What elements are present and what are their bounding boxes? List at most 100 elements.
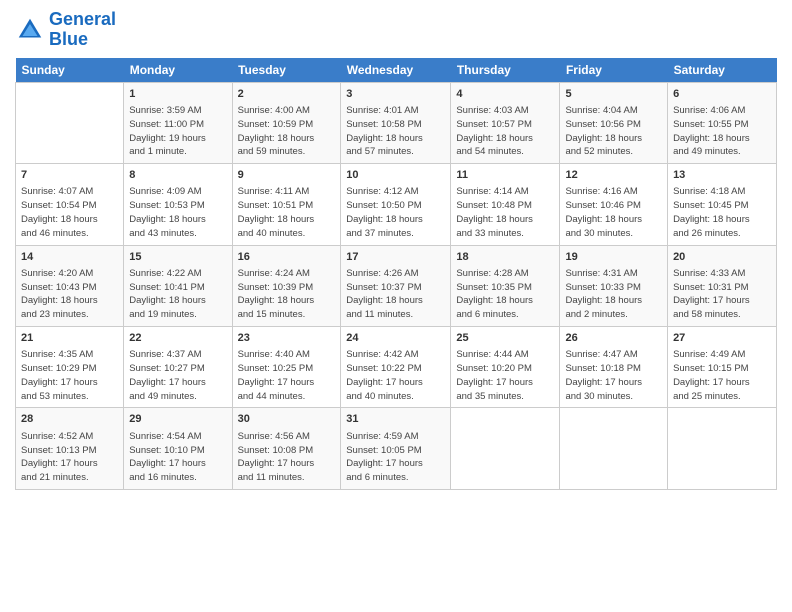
- day-number: 16: [238, 250, 336, 265]
- day-number: 21: [21, 331, 118, 346]
- day-number: 14: [21, 250, 118, 265]
- col-header-friday: Friday: [560, 58, 668, 83]
- day-info: Sunrise: 4:24 AM Sunset: 10:39 PM Daylig…: [238, 267, 336, 322]
- day-number: 18: [456, 250, 554, 265]
- calendar-cell: 27 Sunrise: 4:49 AM Sunset: 10:15 PM Dayl…: [668, 326, 777, 407]
- calendar-cell: 18 Sunrise: 4:28 AM Sunset: 10:35 PM Dayl…: [451, 245, 560, 326]
- day-number: 22: [129, 331, 226, 346]
- day-info: Sunrise: 4:40 AM Sunset: 10:25 PM Daylig…: [238, 348, 336, 403]
- day-number: 20: [673, 250, 771, 265]
- day-info: Sunrise: 4:49 AM Sunset: 10:15 PM Daylig…: [673, 348, 771, 403]
- calendar-cell: 29 Sunrise: 4:54 AM Sunset: 10:10 PM Dayl…: [124, 408, 232, 489]
- calendar-cell: [451, 408, 560, 489]
- day-number: 30: [238, 412, 336, 427]
- calendar-cell: 2 Sunrise: 4:00 AM Sunset: 10:59 PM Dayli…: [232, 82, 341, 163]
- day-info: Sunrise: 4:03 AM Sunset: 10:57 PM Daylig…: [456, 104, 554, 159]
- calendar-cell: [560, 408, 668, 489]
- calendar-week-4: 21 Sunrise: 4:35 AM Sunset: 10:29 PM Dayl…: [16, 326, 777, 407]
- day-info: Sunrise: 4:04 AM Sunset: 10:56 PM Daylig…: [565, 104, 662, 159]
- day-info: Sunrise: 4:59 AM Sunset: 10:05 PM Daylig…: [346, 430, 445, 485]
- calendar-cell: 19 Sunrise: 4:31 AM Sunset: 10:33 PM Dayl…: [560, 245, 668, 326]
- logo: General Blue: [15, 10, 116, 50]
- day-number: 17: [346, 250, 445, 265]
- day-info: Sunrise: 4:00 AM Sunset: 10:59 PM Daylig…: [238, 104, 336, 159]
- calendar-cell: 25Sunrise: 4:44 AM Sunset: 10:20 PM Dayl…: [451, 326, 560, 407]
- day-info: Sunrise: 4:31 AM Sunset: 10:33 PM Daylig…: [565, 267, 662, 322]
- day-info: Sunrise: 4:56 AM Sunset: 10:08 PM Daylig…: [238, 430, 336, 485]
- col-header-thursday: Thursday: [451, 58, 560, 83]
- day-number: 27: [673, 331, 771, 346]
- day-info: Sunrise: 4:35 AM Sunset: 10:29 PM Daylig…: [21, 348, 118, 403]
- calendar-week-5: 28 Sunrise: 4:52 AM Sunset: 10:13 PM Dayl…: [16, 408, 777, 489]
- calendar-cell: 5 Sunrise: 4:04 AM Sunset: 10:56 PM Dayli…: [560, 82, 668, 163]
- calendar-cell: 8 Sunrise: 4:09 AM Sunset: 10:53 PM Dayli…: [124, 164, 232, 245]
- day-number: 23: [238, 331, 336, 346]
- day-number: 28: [21, 412, 118, 427]
- calendar-week-2: 7 Sunrise: 4:07 AM Sunset: 10:54 PM Dayli…: [16, 164, 777, 245]
- day-info: Sunrise: 4:16 AM Sunset: 10:46 PM Daylig…: [565, 185, 662, 240]
- col-header-monday: Monday: [124, 58, 232, 83]
- day-info: Sunrise: 4:20 AM Sunset: 10:43 PM Daylig…: [21, 267, 118, 322]
- calendar-cell: 28 Sunrise: 4:52 AM Sunset: 10:13 PM Dayl…: [16, 408, 124, 489]
- day-info: Sunrise: 4:22 AM Sunset: 10:41 PM Daylig…: [129, 267, 226, 322]
- day-number: 1: [129, 87, 226, 102]
- day-info: Sunrise: 4:47 AM Sunset: 10:18 PM Daylig…: [565, 348, 662, 403]
- day-info: Sunrise: 4:18 AM Sunset: 10:45 PM Daylig…: [673, 185, 771, 240]
- calendar-week-1: 1 Sunrise: 3:59 AM Sunset: 11:00 PM Dayli…: [16, 82, 777, 163]
- calendar-cell: 17 Sunrise: 4:26 AM Sunset: 10:37 PM Dayl…: [341, 245, 451, 326]
- calendar-cell: 26 Sunrise: 4:47 AM Sunset: 10:18 PM Dayl…: [560, 326, 668, 407]
- calendar-cell: [668, 408, 777, 489]
- day-number: 29: [129, 412, 226, 427]
- calendar-cell: 30 Sunrise: 4:56 AM Sunset: 10:08 PM Dayl…: [232, 408, 341, 489]
- calendar-cell: 1 Sunrise: 3:59 AM Sunset: 11:00 PM Dayli…: [124, 82, 232, 163]
- day-info: Sunrise: 4:42 AM Sunset: 10:22 PM Daylig…: [346, 348, 445, 403]
- day-number: 4: [456, 87, 554, 102]
- calendar-cell: 31Sunrise: 4:59 AM Sunset: 10:05 PM Dayl…: [341, 408, 451, 489]
- day-number: 12: [565, 168, 662, 183]
- day-info: Sunrise: 4:14 AM Sunset: 10:48 PM Daylig…: [456, 185, 554, 240]
- calendar-cell: 3Sunrise: 4:01 AM Sunset: 10:58 PM Dayli…: [341, 82, 451, 163]
- calendar-cell: 16 Sunrise: 4:24 AM Sunset: 10:39 PM Dayl…: [232, 245, 341, 326]
- calendar-cell: 6 Sunrise: 4:06 AM Sunset: 10:55 PM Dayli…: [668, 82, 777, 163]
- day-info: Sunrise: 4:09 AM Sunset: 10:53 PM Daylig…: [129, 185, 226, 240]
- calendar-table: SundayMondayTuesdayWednesdayThursdayFrid…: [15, 58, 777, 490]
- day-number: 6: [673, 87, 771, 102]
- calendar-week-3: 14 Sunrise: 4:20 AM Sunset: 10:43 PM Dayl…: [16, 245, 777, 326]
- day-number: 3: [346, 87, 445, 102]
- col-header-sunday: Sunday: [16, 58, 124, 83]
- calendar-cell: 12 Sunrise: 4:16 AM Sunset: 10:46 PM Dayl…: [560, 164, 668, 245]
- day-number: 25: [456, 331, 554, 346]
- day-number: 9: [238, 168, 336, 183]
- calendar-header-row: SundayMondayTuesdayWednesdayThursdayFrid…: [16, 58, 777, 83]
- day-info: Sunrise: 4:12 AM Sunset: 10:50 PM Daylig…: [346, 185, 445, 240]
- col-header-tuesday: Tuesday: [232, 58, 341, 83]
- calendar-cell: 21 Sunrise: 4:35 AM Sunset: 10:29 PM Dayl…: [16, 326, 124, 407]
- day-number: 2: [238, 87, 336, 102]
- col-header-saturday: Saturday: [668, 58, 777, 83]
- day-number: 19: [565, 250, 662, 265]
- calendar-cell: [16, 82, 124, 163]
- day-number: 15: [129, 250, 226, 265]
- day-number: 24: [346, 331, 445, 346]
- calendar-cell: 22Sunrise: 4:37 AM Sunset: 10:27 PM Dayl…: [124, 326, 232, 407]
- day-info: Sunrise: 4:06 AM Sunset: 10:55 PM Daylig…: [673, 104, 771, 159]
- day-info: Sunrise: 4:33 AM Sunset: 10:31 PM Daylig…: [673, 267, 771, 322]
- day-info: Sunrise: 4:26 AM Sunset: 10:37 PM Daylig…: [346, 267, 445, 322]
- calendar-cell: 15 Sunrise: 4:22 AM Sunset: 10:41 PM Dayl…: [124, 245, 232, 326]
- day-number: 11: [456, 168, 554, 183]
- calendar-cell: 7 Sunrise: 4:07 AM Sunset: 10:54 PM Dayli…: [16, 164, 124, 245]
- calendar-cell: 13Sunrise: 4:18 AM Sunset: 10:45 PM Dayl…: [668, 164, 777, 245]
- day-number: 5: [565, 87, 662, 102]
- calendar-cell: 23 Sunrise: 4:40 AM Sunset: 10:25 PM Dayl…: [232, 326, 341, 407]
- day-number: 26: [565, 331, 662, 346]
- day-number: 8: [129, 168, 226, 183]
- day-info: Sunrise: 4:07 AM Sunset: 10:54 PM Daylig…: [21, 185, 118, 240]
- day-info: Sunrise: 4:28 AM Sunset: 10:35 PM Daylig…: [456, 267, 554, 322]
- day-info: Sunrise: 4:54 AM Sunset: 10:10 PM Daylig…: [129, 430, 226, 485]
- day-info: Sunrise: 3:59 AM Sunset: 11:00 PM Daylig…: [129, 104, 226, 159]
- logo-text: General Blue: [49, 10, 116, 50]
- day-number: 7: [21, 168, 118, 183]
- calendar-cell: 14 Sunrise: 4:20 AM Sunset: 10:43 PM Dayl…: [16, 245, 124, 326]
- day-info: Sunrise: 4:52 AM Sunset: 10:13 PM Daylig…: [21, 430, 118, 485]
- calendar-cell: 11 Sunrise: 4:14 AM Sunset: 10:48 PM Dayl…: [451, 164, 560, 245]
